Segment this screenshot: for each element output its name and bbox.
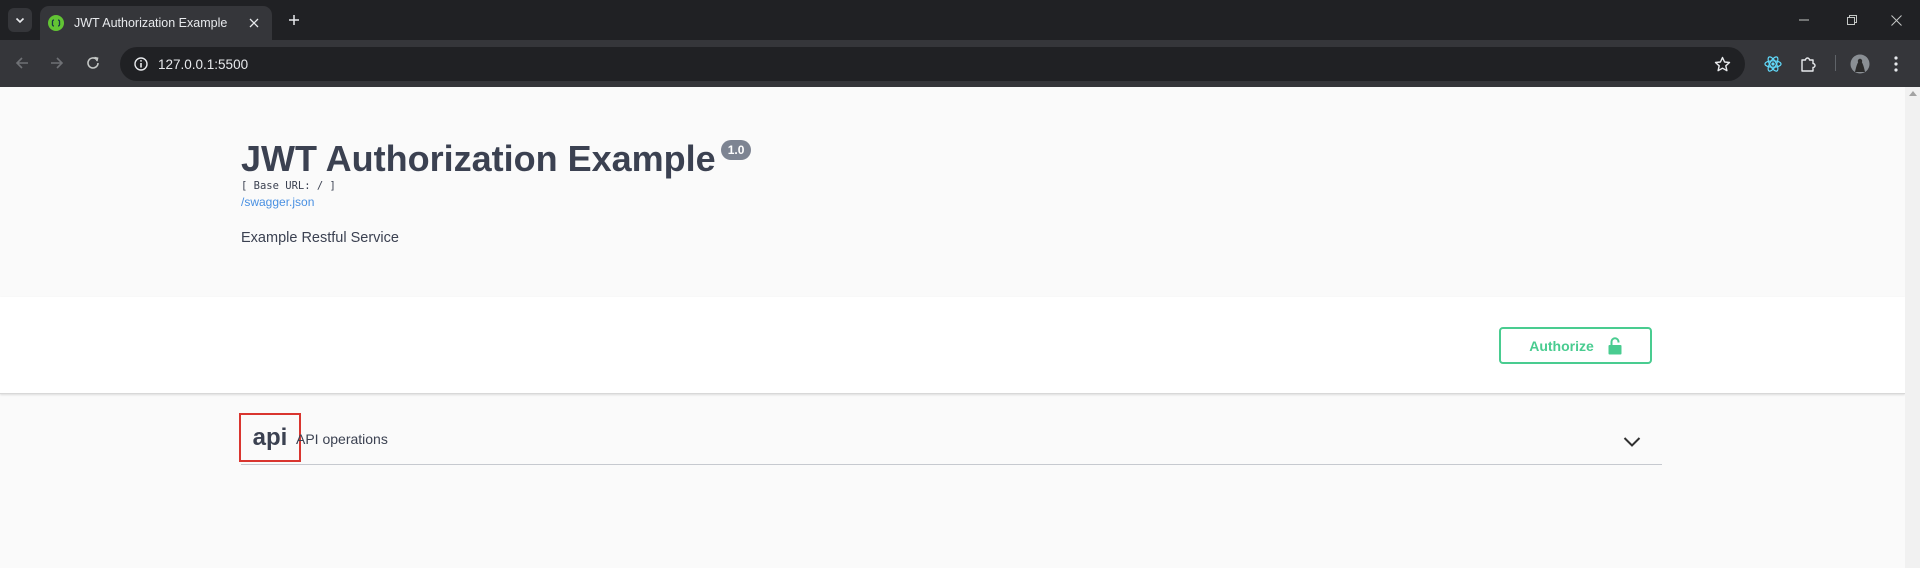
api-info-section: JWT Authorization Example 1.0 [ Base URL… <box>0 87 1905 297</box>
swagger-favicon-icon <box>48 15 64 31</box>
bookmark-star-icon[interactable] <box>1713 55 1731 73</box>
extensions-puzzle-icon[interactable] <box>1797 53 1819 75</box>
version-badge: 1.0 <box>720 140 752 160</box>
browser-tab-strip: JWT Authorization Example <box>0 0 1920 40</box>
arrow-left-icon <box>15 57 28 69</box>
browser-menu-icon[interactable] <box>1885 53 1907 75</box>
site-info-icon[interactable] <box>134 57 148 71</box>
close-window-button[interactable] <box>1872 0 1920 40</box>
restore-button[interactable] <box>1828 0 1876 40</box>
close-icon <box>1890 14 1902 26</box>
toolbar-divider <box>1835 55 1836 71</box>
reload-icon <box>87 56 99 69</box>
plus-icon <box>289 15 299 25</box>
base-url-text: [ Base URL: / ] <box>241 180 336 192</box>
swagger-page: JWT Authorization Example 1.0 [ Base URL… <box>0 87 1905 568</box>
page-title: JWT Authorization Example <box>241 138 716 179</box>
vertical-scrollbar[interactable] <box>1905 87 1920 568</box>
minimize-button[interactable] <box>1780 0 1828 40</box>
tag-description: API operations <box>296 431 388 447</box>
tab-search-button[interactable] <box>8 8 32 32</box>
api-description: Example Restful Service <box>241 230 399 246</box>
tab-title: JWT Authorization Example <box>74 16 228 30</box>
close-tab-icon[interactable] <box>246 15 262 31</box>
scheme-container: Authorize <box>0 297 1905 394</box>
minimize-icon <box>1799 19 1809 21</box>
browser-toolbar: 127.0.0.1:5500 <box>0 40 1920 87</box>
browser-tab[interactable]: JWT Authorization Example <box>40 6 272 40</box>
restore-icon <box>1847 15 1857 25</box>
title-row: JWT Authorization Example 1.0 <box>241 138 752 180</box>
back-button[interactable] <box>10 51 34 75</box>
tag-section-api[interactable]: api API operations <box>239 413 1662 465</box>
authorize-button[interactable]: Authorize <box>1499 327 1652 364</box>
react-devtools-icon[interactable] <box>1762 53 1784 75</box>
chevron-down-icon <box>15 17 25 24</box>
scroll-up-arrow-icon[interactable] <box>1909 91 1917 96</box>
arrow-right-icon <box>51 57 64 69</box>
new-tab-button[interactable] <box>282 8 306 32</box>
chevron-down-icon[interactable] <box>1622 432 1642 452</box>
profile-avatar[interactable] <box>1849 53 1871 75</box>
url-text[interactable]: 127.0.0.1:5500 <box>158 57 248 72</box>
unlocked-padlock-icon <box>1608 336 1622 354</box>
forward-button[interactable] <box>45 51 69 75</box>
address-bar[interactable]: 127.0.0.1:5500 <box>120 47 1745 81</box>
tag-name[interactable]: api <box>239 413 301 462</box>
authorize-label: Authorize <box>1529 337 1594 354</box>
reload-button[interactable] <box>81 51 105 75</box>
swagger-json-link[interactable]: /swagger.json <box>241 195 314 209</box>
